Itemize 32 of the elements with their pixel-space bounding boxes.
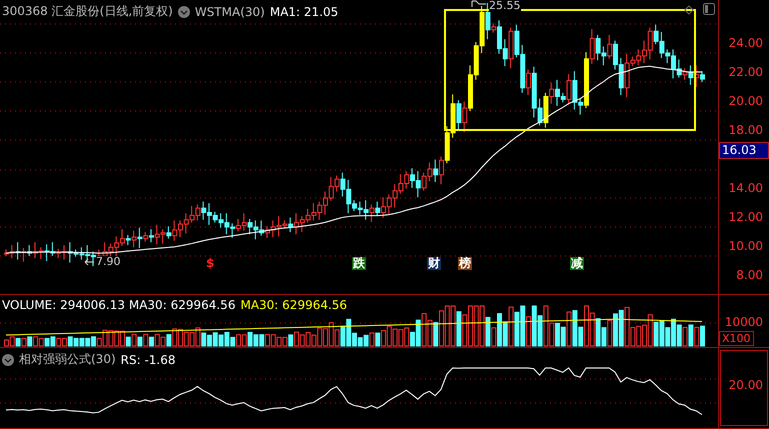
price-axis-label: 18.00 [728,123,763,137]
price-axis-label: 24.00 [728,36,763,50]
low-price-note: 7.90 [96,256,120,268]
volume-axis-label: 10000 [724,315,763,330]
event-marker[interactable]: 减 [570,257,584,270]
ma-reading: MA1: 21.05 [270,4,338,18]
event-marker[interactable]: 榜 [458,257,472,270]
price-axis-label: 8.00 [736,268,763,282]
price-axis-label: 14.00 [728,181,763,195]
chevron-down-icon[interactable] [178,6,190,18]
rs-title: 相对强弱公式(30) [19,351,116,368]
diamond-icon[interactable] [684,5,694,15]
pointer-arrow-icon [471,0,487,8]
stock-title: 300368 汇金股份(日线,前复权) [2,3,173,20]
left-arrow-icon [84,258,94,266]
rs-axis-label: 20.00 [728,378,763,392]
volume-unit-label: X100 [719,331,754,346]
price-axis-label: 22.00 [728,65,763,79]
volume-ma-reading: MA30: 629964.56 [240,298,348,312]
price-axis-label: 10.00 [728,239,763,253]
volume-reading: VOLUME: 294006.13 MA30: 629964.56 [2,298,236,312]
rs-reading: RS: -1.68 [120,352,176,367]
indicator-name: WSTMA(30) [194,4,265,18]
chevron-down-icon[interactable] [2,354,14,366]
current-price-label: 16.03 [719,142,769,159]
high-price-note: 25.55 [489,0,520,12]
price-axis-label: 20.00 [728,94,763,108]
event-marker[interactable]: 跌 [352,257,366,270]
event-marker[interactable]: 财 [427,257,441,270]
price-axis-label: 12.00 [728,210,763,224]
panel-toggle-icon[interactable] [703,3,715,15]
event-marker[interactable]: $ [205,257,216,270]
